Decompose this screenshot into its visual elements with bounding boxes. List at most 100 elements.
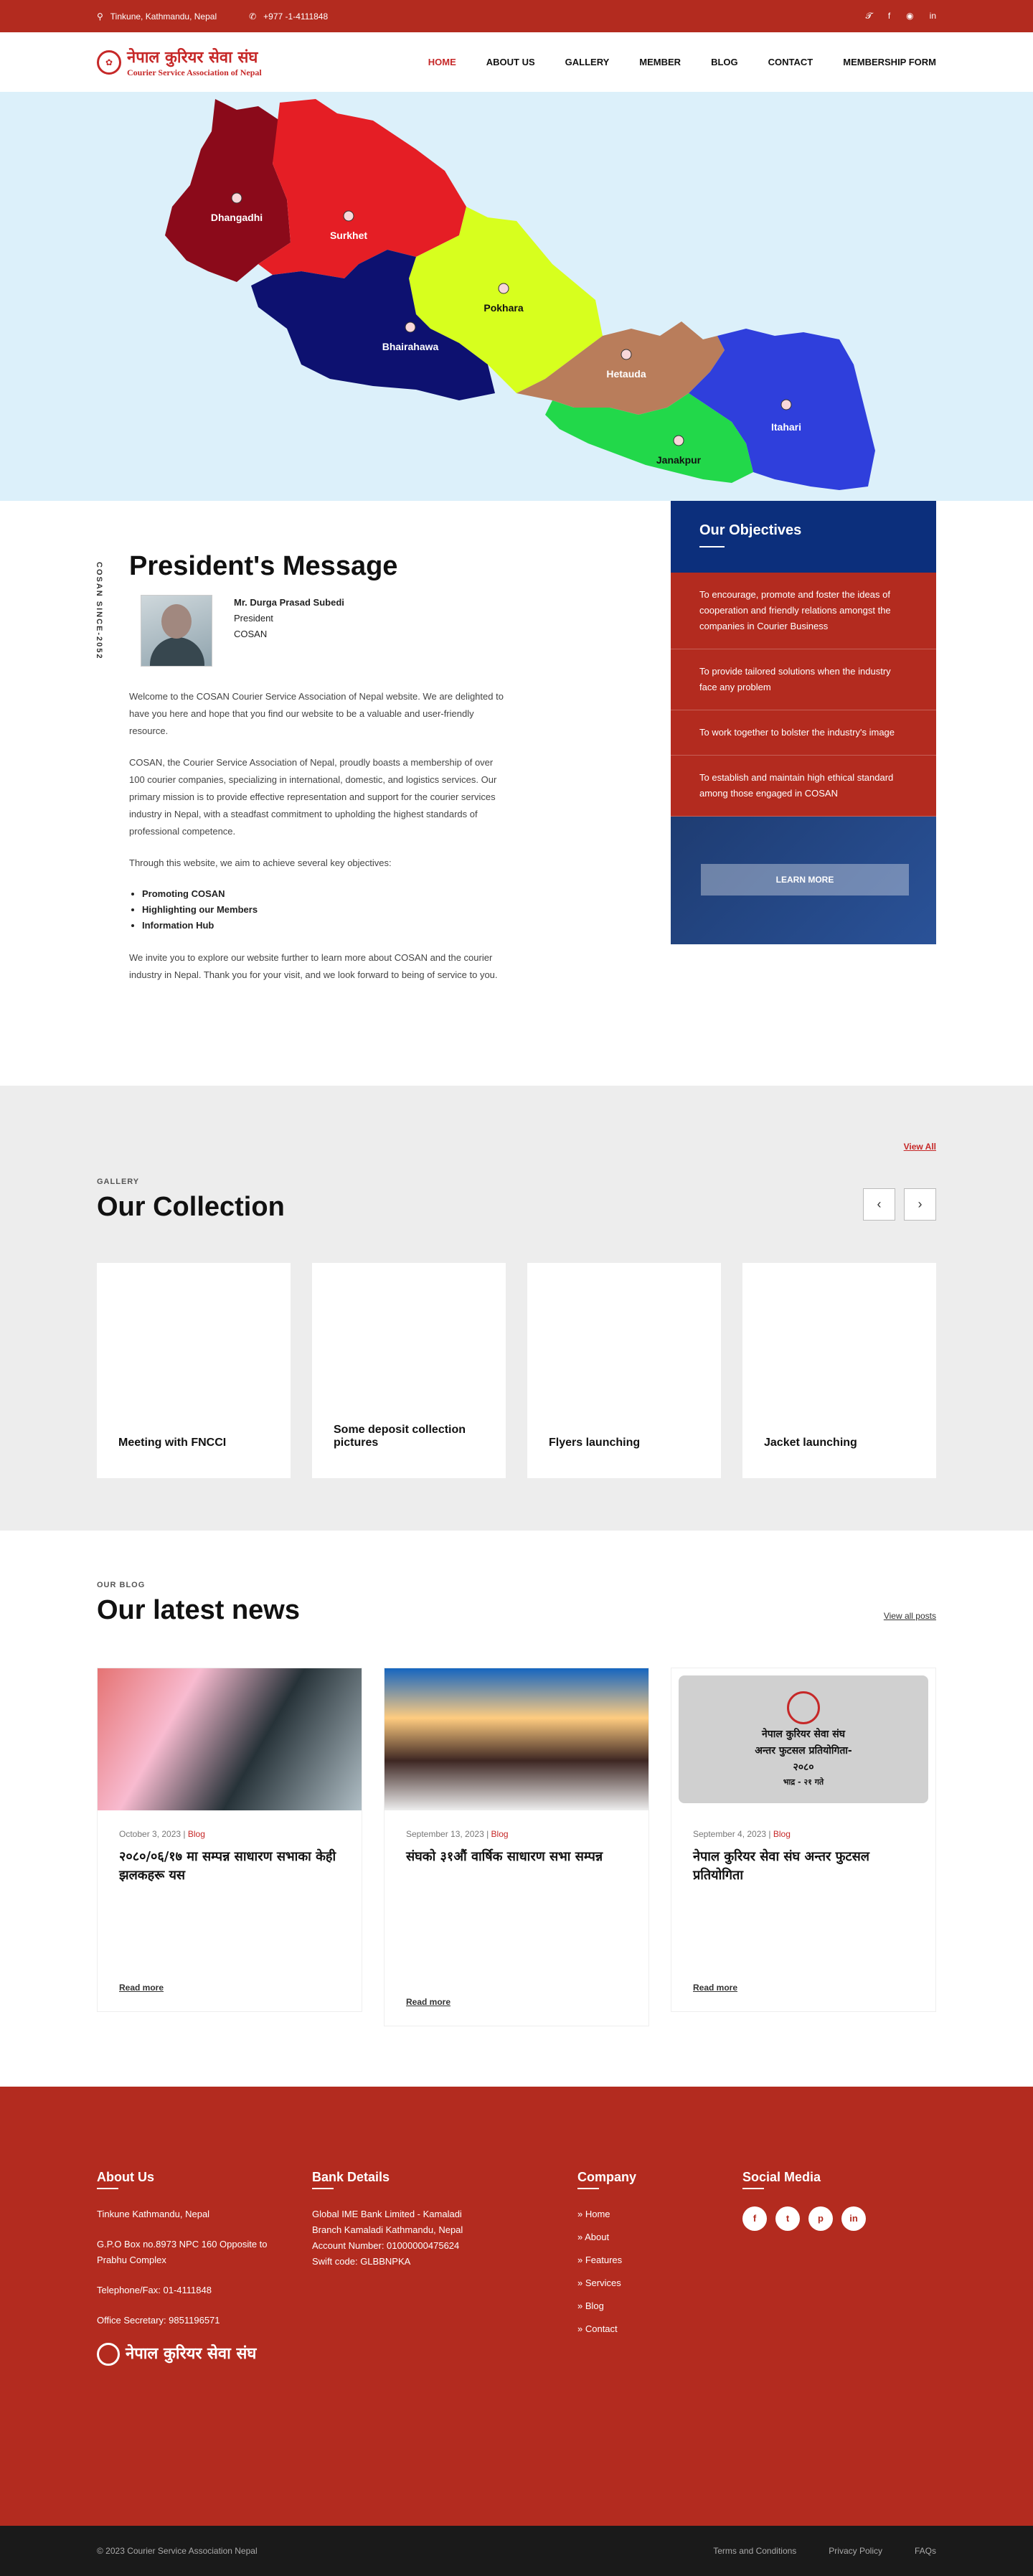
gallery-card[interactable]: Meeting with FNCCI <box>97 1263 291 1478</box>
footer-text: Swift code: GLBBNPKA <box>312 2256 411 2267</box>
instagram-icon[interactable]: ◉ <box>906 11 913 22</box>
footer-link-label: Home <box>585 2209 610 2219</box>
twitter-icon[interactable]: t <box>775 2206 800 2231</box>
gallery-card-title: Some deposit collection pictures <box>334 1424 466 1449</box>
chevron-left-icon[interactable]: ‹ <box>863 1188 895 1221</box>
learn-more-button[interactable]: LEARN MORE <box>701 864 909 896</box>
nepal-map-hero: Dhangadhi Surkhet Pokhara Bhairahawa Het… <box>0 92 1033 501</box>
map-pin-icon[interactable] <box>498 283 509 294</box>
view-all-link[interactable]: View All <box>904 1142 936 1152</box>
footer-link[interactable]: » Blog <box>577 2298 707 2314</box>
nav-member[interactable]: MEMBER <box>639 57 681 67</box>
faqs-link[interactable]: FAQs <box>915 2546 936 2556</box>
gallery-cards: Meeting with FNCCI Some deposit collecti… <box>97 1263 936 1478</box>
read-more-link[interactable]: Read more <box>119 1983 164 1993</box>
message-paragraph: COSAN, the Courier Service Association o… <box>129 757 497 837</box>
blog-title: Our latest news <box>97 1595 300 1625</box>
view-all-posts-link[interactable]: View all posts <box>884 1611 936 1621</box>
footer-link[interactable]: » Services <box>577 2275 707 2291</box>
linkedin-icon[interactable]: in <box>930 11 936 22</box>
image-text: अन्तर फुटसल प्रतियोगिता- <box>755 1745 852 1757</box>
footer-link[interactable]: » About <box>577 2229 707 2245</box>
map-pin-icon[interactable] <box>231 192 242 204</box>
blog-post[interactable]: October 3, 2023 | Blog २०८०/०६/१७ मा सम्… <box>97 1668 362 2012</box>
city-label-hetauda: Hetauda <box>606 368 646 380</box>
blog-eyebrow: OUR BLOG <box>97 1581 146 1589</box>
footer-logo[interactable]: नेपाल कुरियर सेवा संघ <box>97 2343 291 2366</box>
footer-text: Account Number: 01000000475624 <box>312 2240 460 2251</box>
region-dhangadhi[interactable] <box>165 99 291 282</box>
post-title[interactable]: नेपाल कुरियर सेवा संघ अन्तर फुटसल प्रतिय… <box>671 1839 935 1885</box>
objective-item: To establish and maintain high ethical s… <box>671 756 936 817</box>
list-item: Highlighting our Members <box>142 902 506 918</box>
objectives-panel: Our Objectives To encourage, promote and… <box>671 501 936 944</box>
map-pin-icon[interactable] <box>621 349 632 360</box>
read-more-link[interactable]: Read more <box>406 1997 451 2007</box>
copyright-text: © 2023 Courier Service Association Nepal <box>97 2546 258 2556</box>
map-pin-icon[interactable] <box>343 210 354 222</box>
list-item: Promoting COSAN <box>142 886 506 902</box>
gallery-card[interactable]: Jacket launching <box>742 1263 936 1478</box>
linkedin-icon[interactable]: in <box>841 2206 866 2231</box>
message-closing: We invite you to explore our website fur… <box>129 952 498 980</box>
post-title[interactable]: संघको ३१औं वार्षिक साधारण सभा सम्पन्न <box>385 1839 648 1866</box>
learn-more-banner: LEARN MORE <box>671 817 936 944</box>
address-text: Tinkune, Kathmandu, Nepal <box>110 11 217 22</box>
city-label-dhangadhi: Dhangadhi <box>211 212 263 223</box>
city-label-itahari: Itahari <box>771 421 801 433</box>
phone[interactable]: ✆ +977 -1-4111848 <box>249 11 328 22</box>
site-logo[interactable]: ✿ नेपाल कुरियर सेवा संघ Courier Service … <box>97 46 262 78</box>
nav-contact[interactable]: CONTACT <box>768 57 813 67</box>
gallery-card[interactable]: Flyers launching <box>527 1263 721 1478</box>
post-title[interactable]: २०८०/०६/१७ मा सम्पन्न साधारण सभाका केही … <box>98 1839 362 1885</box>
map-pin-icon[interactable] <box>673 435 684 446</box>
blog-post[interactable]: September 13, 2023 | Blog संघको ३१औं वार… <box>384 1668 649 2026</box>
privacy-link[interactable]: Privacy Policy <box>829 2546 882 2556</box>
list-item: Information Hub <box>142 918 506 934</box>
map-pin-icon[interactable] <box>405 321 416 333</box>
gallery-eyebrow: GALLERY <box>97 1177 140 1186</box>
city-label-surkhet: Surkhet <box>330 230 367 241</box>
president-message: President's Message Mr. Durga Prasad Sub… <box>129 551 506 998</box>
objective-item: To encourage, promote and foster the ide… <box>671 573 936 649</box>
logo-nepali: नेपाल कुरियर सेवा संघ <box>127 49 258 67</box>
nepal-map: Dhangadhi Surkhet Pokhara Bhairahawa Het… <box>165 99 875 490</box>
location-icon: ⚲ <box>97 11 103 22</box>
read-more-link[interactable]: Read more <box>693 1983 737 1993</box>
post-date: October 3, 2023 <box>119 1829 181 1839</box>
footer-social-title: Social Media <box>742 2169 936 2189</box>
twitter-icon[interactable]: 𝓣 <box>866 11 872 22</box>
copyright-bar: © 2023 Courier Service Association Nepal… <box>0 2526 1033 2576</box>
gallery-card[interactable]: Some deposit collection pictures <box>312 1263 506 1478</box>
image-text: नेपाल कुरियर सेवा संघ <box>761 1729 846 1740</box>
post-image[interactable]: नेपाल कुरियर सेवा संघ अन्तर फुटसल प्रतिय… <box>671 1668 935 1810</box>
facebook-icon[interactable]: f <box>888 11 890 22</box>
city-label-pokhara: Pokhara <box>484 302 523 314</box>
nav-home[interactable]: HOME <box>428 57 456 67</box>
post-image[interactable] <box>98 1668 362 1810</box>
facebook-icon[interactable]: f <box>742 2206 767 2231</box>
pinterest-icon[interactable]: p <box>808 2206 833 2231</box>
footer-link[interactable]: » Contact <box>577 2321 707 2337</box>
nav-about[interactable]: ABOUT US <box>486 57 535 67</box>
footer-social: Social Media f t p in <box>742 2169 936 2231</box>
post-image[interactable] <box>385 1668 648 1810</box>
gallery-section: View All GALLERY Our Collection ‹ › Meet… <box>0 1086 1033 1531</box>
nav-blog[interactable]: BLOG <box>711 57 738 67</box>
nav-membership-form[interactable]: MEMBERSHIP FORM <box>843 57 936 67</box>
post-category[interactable]: Blog <box>491 1829 509 1839</box>
terms-link[interactable]: Terms and Conditions <box>713 2546 796 2556</box>
post-category[interactable]: Blog <box>188 1829 205 1839</box>
footer-link-label: Services <box>585 2277 621 2288</box>
post-category[interactable]: Blog <box>773 1829 791 1839</box>
president-photo <box>141 595 212 667</box>
main-nav: HOME ABOUT US GALLERY MEMBER BLOG CONTAC… <box>428 57 936 67</box>
chevron-right-icon[interactable]: › <box>904 1188 936 1221</box>
blog-post[interactable]: नेपाल कुरियर सेवा संघ अन्तर फुटसल प्रतिय… <box>671 1668 936 2012</box>
phone-icon: ✆ <box>249 11 257 22</box>
footer-link[interactable]: » Features <box>577 2252 707 2268</box>
nav-gallery[interactable]: GALLERY <box>565 57 610 67</box>
footer-link[interactable]: » Home <box>577 2206 707 2222</box>
president-title: President's Message <box>129 551 398 581</box>
map-pin-icon[interactable] <box>780 399 792 410</box>
